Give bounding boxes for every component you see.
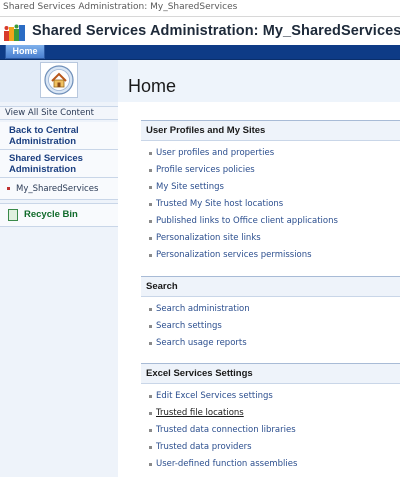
link-search-settings[interactable]: Search settings [149, 318, 400, 335]
link-trusted-data-connection-libraries[interactable]: Trusted data connection libraries [149, 422, 400, 439]
recycle-bin-link[interactable]: Recycle Bin [0, 203, 118, 227]
section-excel-services: Excel Services Settings Edit Excel Servi… [141, 363, 400, 473]
back-to-central-admin-link[interactable]: Back to Central Administration [0, 122, 118, 150]
sidebar-item-label: My_SharedServices [16, 184, 99, 194]
section-search: Search Search administration Search sett… [141, 276, 400, 352]
link-search-usage-reports[interactable]: Search usage reports [149, 335, 400, 352]
link-list: User profiles and properties Profile ser… [141, 141, 400, 264]
section-heading: Excel Services Settings [141, 363, 400, 384]
link-list: Edit Excel Services settings Trusted fil… [141, 384, 400, 473]
home-icon [40, 62, 78, 98]
sidebar-item-my-sharedservices[interactable]: My_SharedServices [0, 178, 118, 200]
link-personalization-services-permissions[interactable]: Personalization services permissions [149, 247, 400, 264]
link-trusted-file-locations[interactable]: Trusted file locations [149, 405, 400, 422]
view-all-site-content-link[interactable]: View All Site Content [0, 106, 118, 120]
bullet-icon [7, 187, 10, 190]
section-heading: Search [141, 276, 400, 297]
link-profile-services-policies[interactable]: Profile services policies [149, 162, 400, 179]
section-heading: User Profiles and My Sites [141, 120, 400, 141]
recycle-bin-label: Recycle Bin [24, 209, 78, 220]
site-header: Shared Services Administration: My_Share… [0, 17, 400, 45]
recycle-bin-icon [8, 209, 18, 221]
link-user-profiles-and-properties[interactable]: User profiles and properties [149, 145, 400, 162]
site-title[interactable]: Shared Services Administration: My_Share… [32, 23, 400, 39]
browser-title-bar: Shared Services Administration: My_Share… [0, 0, 400, 17]
top-navigation: Home [0, 45, 400, 60]
link-personalization-site-links[interactable]: Personalization site links [149, 230, 400, 247]
link-list: Search administration Search settings Se… [141, 297, 400, 352]
link-trusted-my-site-host-locations[interactable]: Trusted My Site host locations [149, 196, 400, 213]
sharepoint-logo-icon [4, 24, 25, 41]
link-search-administration[interactable]: Search administration [149, 301, 400, 318]
shared-services-admin-link[interactable]: Shared Services Administration [0, 150, 118, 178]
section-user-profiles: User Profiles and My Sites User profiles… [141, 120, 400, 264]
page-title: Home [128, 76, 177, 96]
link-user-defined-function-assemblies[interactable]: User-defined function assemblies [149, 456, 400, 473]
link-trusted-data-providers[interactable]: Trusted data providers [149, 439, 400, 456]
link-published-links-office[interactable]: Published links to Office client applica… [149, 213, 400, 230]
tab-home[interactable]: Home [5, 45, 45, 59]
link-edit-excel-services-settings[interactable]: Edit Excel Services settings [149, 388, 400, 405]
link-my-site-settings[interactable]: My Site settings [149, 179, 400, 196]
